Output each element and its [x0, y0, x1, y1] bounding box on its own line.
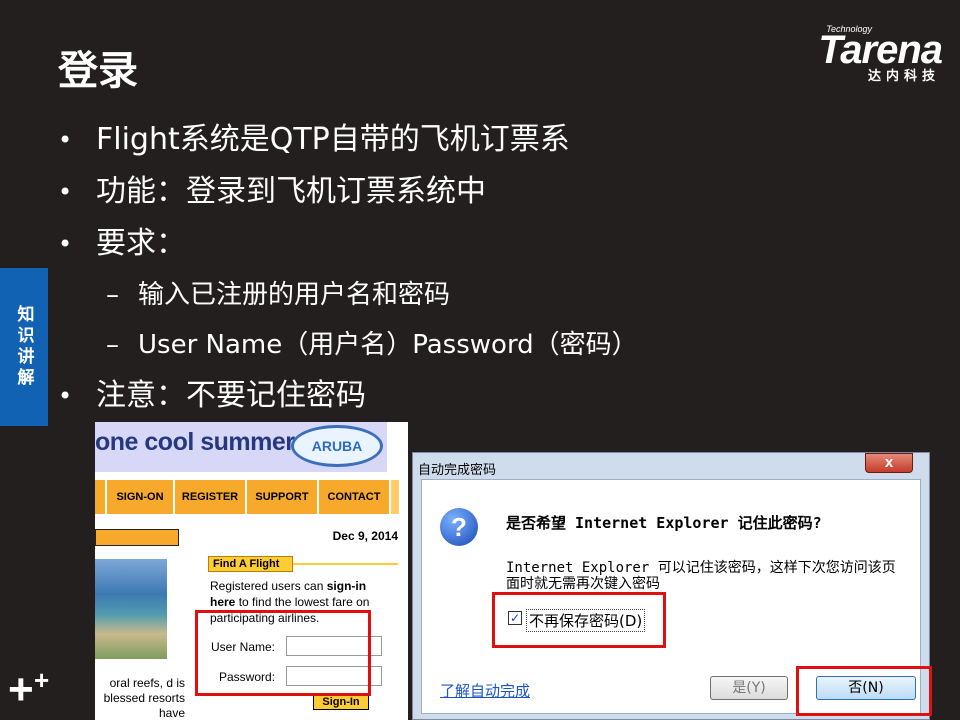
nav-contact[interactable]: CONTACT — [319, 480, 391, 514]
aruba-logo: ARUBA — [291, 425, 383, 467]
highlight-checkbox — [492, 592, 666, 648]
bullet-list: Flight系统是QTP自带的飞机订票系 功能：登录到飞机订票系统中 要求： 输… — [58, 118, 638, 426]
current-date: Dec 9, 2014 — [332, 529, 398, 543]
nav-spacer — [95, 480, 107, 514]
reg-text: Registered users can — [210, 579, 327, 593]
banner-text: one cool summer — [95, 428, 295, 456]
bullet-item: 功能：登录到飞机订票系统中 — [58, 170, 638, 222]
promo-banner: one cool summer ARUBA — [95, 422, 387, 472]
yes-button[interactable]: 是(Y) — [710, 676, 788, 700]
bullet-item: 要求： — [58, 222, 638, 274]
here-link[interactable]: here — [210, 595, 235, 609]
slide-title: 登录 — [58, 48, 138, 94]
sub-bullet-item: User Name（用户名）Password（密码） — [58, 324, 638, 374]
nav-register[interactable]: REGISTER — [175, 480, 247, 514]
learn-autocomplete-link[interactable]: 了解自动完成 — [440, 680, 530, 701]
plus-decoration-icon: + + — [8, 665, 50, 714]
bullet-item: 注意：不要记住密码 — [58, 374, 638, 426]
close-button[interactable]: x — [865, 453, 913, 473]
bullet-item: Flight系统是QTP自带的飞机订票系 — [58, 118, 638, 170]
nav-support[interactable]: SUPPORT — [247, 480, 319, 514]
highlight-login-fields — [195, 610, 371, 696]
destination-blurb: oral reefs, d is blessed resorts have — [103, 676, 185, 720]
side-section-tab: 知识讲解 — [0, 268, 48, 426]
sub-bullet-item: 输入已注册的用户名和密码 — [58, 274, 638, 324]
divider — [293, 563, 398, 565]
tarena-logo: Technology Tarena 达内科技 — [772, 24, 943, 84]
dialog-description: Internet Explorer 可以记住该密码，这样下次您访问该页面时就无需… — [506, 560, 896, 592]
highlight-no-button — [796, 666, 932, 716]
question-icon: ? — [440, 508, 478, 546]
logo-chinese: 达内科技 — [867, 69, 940, 84]
nav-sign-on[interactable]: SIGN-ON — [107, 480, 175, 514]
find-flight-header: Find A Flight — [208, 556, 293, 572]
beach-photo — [95, 559, 167, 659]
top-nav: SIGN-ON REGISTER SUPPORT CONTACT — [95, 480, 399, 514]
side-tab-label: 知识讲解 — [13, 305, 34, 389]
section-bar — [95, 529, 179, 546]
sign-in-button[interactable]: Sign-In — [313, 694, 369, 710]
dialog-title: 自动完成密码 — [418, 463, 497, 478]
sign-in-link[interactable]: sign-in — [327, 579, 366, 593]
dialog-question: 是否希望 Internet Explorer 记住此密码? — [506, 514, 822, 532]
